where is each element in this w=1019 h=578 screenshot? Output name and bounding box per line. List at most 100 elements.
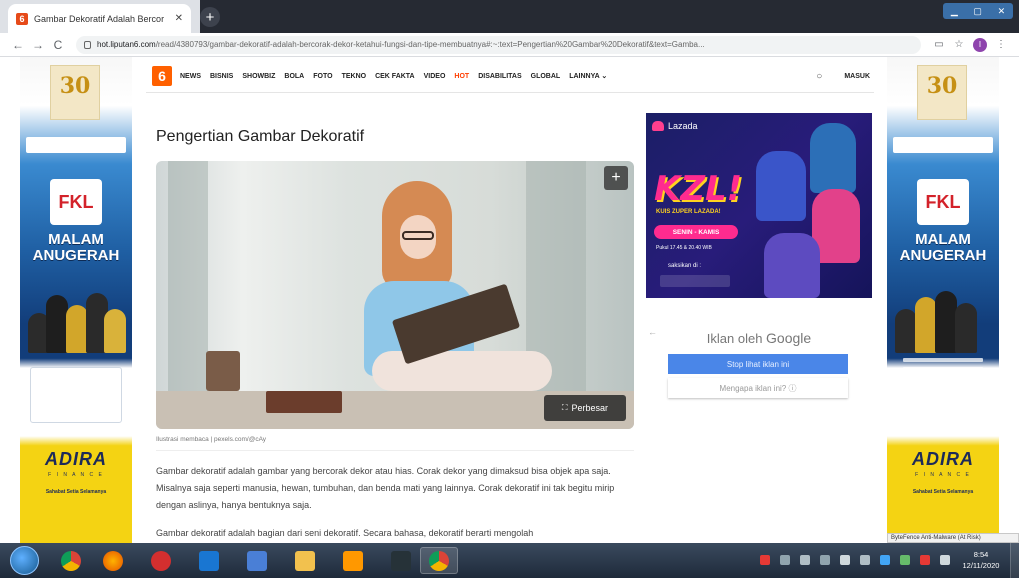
taskbar-clock[interactable]: 8:54 12/11/2020 (956, 549, 1006, 571)
app-taskbar-icon[interactable] (190, 547, 228, 574)
nav-item-video[interactable]: VIDEO (424, 73, 446, 80)
volume-icon[interactable] (940, 555, 950, 565)
nav-item-hot[interactable]: HOT (454, 73, 469, 80)
banner-winners-list (903, 353, 983, 421)
browser-tab[interactable]: 6 Gambar Dekoratif Adalah Bercor ✕ (8, 4, 191, 33)
nav-item-news[interactable]: NEWS (180, 73, 201, 80)
new-tab-button[interactable]: + (200, 7, 220, 27)
media-taskbar-icon[interactable] (334, 547, 372, 574)
menu-icon[interactable]: ⋮ (991, 39, 1011, 50)
web-page: 30 FKL MALAM ANUGERAH ADIRA F I N A N C … (0, 57, 1019, 543)
nav-item-disabilitas[interactable]: DISABILITAS (478, 73, 521, 80)
tray-icon[interactable] (840, 555, 850, 565)
nav-item-cek-fakta[interactable]: CEK FAKTA (375, 73, 415, 80)
image-caption: Ilustrasi membaca | pexels.com/@cAy (156, 436, 267, 443)
search-icon[interactable]: ○ (816, 71, 822, 82)
nav-item-lainnya[interactable]: LAINNYA ⌄ (569, 72, 607, 80)
lazada-brand-text: Lazada (668, 121, 698, 131)
profile-avatar[interactable]: I (973, 37, 987, 52)
tray-icon[interactable] (920, 555, 930, 565)
malam-anugerah-heading: MALAM ANUGERAH (20, 232, 132, 264)
adira-logo: ADIRA (912, 449, 974, 469)
fkl-logo: FKL (917, 179, 969, 225)
forward-button[interactable]: → (28, 38, 48, 52)
close-tab-icon[interactable]: ✕ (175, 13, 183, 24)
tray-icon[interactable] (800, 555, 810, 565)
nav-item-global[interactable]: GLOBAL (531, 73, 561, 80)
anniversary-logo: 30 (50, 65, 100, 120)
windows-taskbar: 8:54 12/11/2020 (0, 543, 1019, 578)
url-path: /read/4380793/gambar-dekoratif-adalah-be… (155, 40, 705, 49)
minimize-icon[interactable]: ▁ (951, 6, 958, 17)
tray-icon[interactable] (880, 555, 890, 565)
bookmark-star-icon[interactable]: ☆ (949, 39, 969, 50)
nav-divider (146, 92, 874, 93)
cast-icon[interactable]: ▭ (929, 39, 949, 50)
adira-finance-text: F I N A N C E (915, 472, 971, 478)
nav-item-foto[interactable]: FOTO (313, 73, 332, 80)
clock-time: 8:54 (973, 550, 989, 559)
tray-icon[interactable] (780, 555, 790, 565)
channel-logos (660, 275, 730, 287)
reload-button[interactable]: C (48, 38, 68, 52)
adira-finance-text: F I N A N C E (48, 472, 104, 478)
anniversary-logo: 30 (917, 65, 967, 120)
tray-icon[interactable] (820, 555, 830, 565)
browser-tab-strip: 6 Gambar Dekoratif Adalah Bercor ✕ + ▁ ▢… (0, 0, 1019, 33)
schedule-badge: SENIN - KAMIS (654, 225, 738, 239)
kzl-headline: KZL! (654, 169, 743, 209)
close-window-icon[interactable]: ✕ (998, 6, 1006, 17)
tray-icon[interactable] (760, 555, 770, 565)
address-bar[interactable]: hot.liputan6.com /read/4380793/gambar-de… (76, 35, 921, 54)
left-side-banner-ad[interactable]: 30 FKL MALAM ANUGERAH ADIRA F I N A N C … (20, 57, 132, 543)
heart-icon (652, 121, 664, 131)
nav-item-tekno[interactable]: TEKNO (342, 73, 367, 80)
google-ad-title-prefix: Iklan oleh (706, 331, 767, 346)
nav-item-bola[interactable]: BOLA (284, 73, 304, 80)
sponsor-logos-strip (893, 137, 993, 153)
word-taskbar-icon[interactable] (238, 547, 276, 574)
stop-seeing-ad-button[interactable]: Stop lihat iklan ini (668, 354, 848, 374)
article-hero-image[interactable] (156, 161, 634, 429)
chrome-taskbar-icon[interactable] (52, 547, 90, 574)
explorer-taskbar-icon[interactable] (286, 547, 324, 574)
adira-tagline: Sahabat Setia Selamanya (45, 489, 107, 495)
fkl-logo: FKL (50, 179, 102, 225)
nav-item-bisnis[interactable]: BISNIS (210, 73, 233, 80)
adira-logo: ADIRA (45, 449, 107, 469)
malam-text: MALAM (48, 231, 104, 248)
google-brand: Google (766, 330, 812, 346)
article-heading: Pengertian Gambar Dekoratif (156, 128, 365, 145)
adira-tagline: Sahabat Setia Selamanya (912, 489, 974, 495)
zoom-button[interactable]: ⛶ Perbesar (544, 395, 626, 421)
show-desktop-button[interactable] (1010, 543, 1019, 578)
add-plus-button[interactable]: + (604, 166, 628, 190)
nav-item-showbiz[interactable]: SHOWBIZ (242, 73, 275, 80)
back-button[interactable]: ← (8, 38, 28, 52)
window-controls[interactable]: ▁ ▢ ✕ (943, 3, 1013, 19)
tray-icon[interactable] (860, 555, 870, 565)
right-side-banner-ad[interactable]: 30 FKL MALAM ANUGERAH ADIRA F I N A N C … (887, 57, 999, 543)
firefox-taskbar-icon[interactable] (94, 547, 132, 574)
lazada-ad-banner[interactable]: Lazada KZL! KUIS ZUPER LAZADA! SENIN - K… (646, 113, 872, 298)
liputan6-logo[interactable]: 6 (152, 66, 172, 86)
why-this-ad-button[interactable]: Mengapa iklan ini? ⓘ (668, 378, 848, 398)
bytefence-notice[interactable]: ByteFence Anti-Malware (At Risk) (887, 533, 1019, 543)
start-button[interactable] (10, 546, 39, 575)
site-favicon: 6 (16, 12, 28, 25)
expand-icon: ⛶ (561, 403, 568, 412)
lock-icon (84, 40, 91, 49)
login-link[interactable]: MASUK (844, 73, 870, 80)
flipboard-taskbar-icon[interactable] (382, 547, 420, 574)
tray-icon[interactable] (900, 555, 910, 565)
chrome-active-taskbar-icon[interactable] (420, 547, 458, 574)
browser-toolbar: ← → C hot.liputan6.com /read/4380793/gam… (0, 33, 1019, 57)
anugerah-text: ANUGERAH (32, 247, 120, 264)
caption-divider (156, 450, 634, 451)
opera-taskbar-icon[interactable] (142, 547, 180, 574)
banner-people-image (28, 283, 126, 353)
maximize-icon[interactable]: ▢ (973, 6, 982, 17)
sponsor-logos-strip (26, 137, 126, 153)
system-tray[interactable] (760, 551, 950, 569)
tab-title: Gambar Dekoratif Adalah Bercor (34, 13, 165, 24)
